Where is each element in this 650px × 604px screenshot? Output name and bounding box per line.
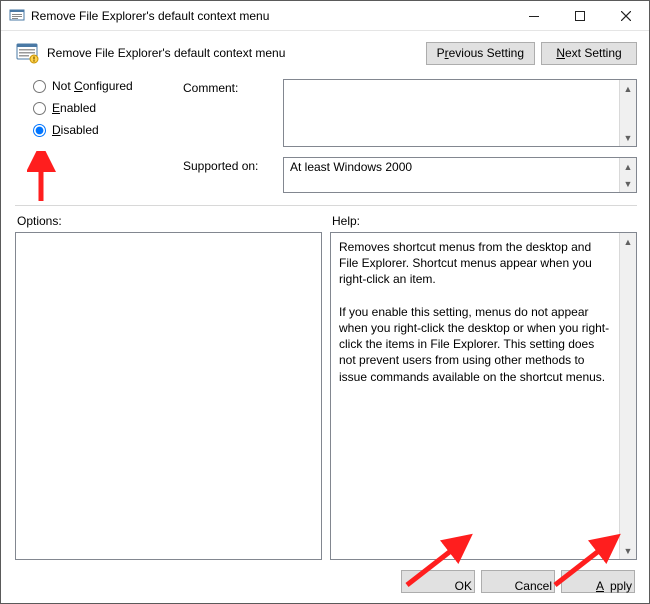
accelerator: A — [596, 579, 604, 593]
scroll-up-icon[interactable]: ▲ — [620, 158, 636, 175]
setting-name: Remove File Explorer's default context m… — [47, 46, 418, 60]
policy-editor-window: Remove File Explorer's default context m… — [0, 0, 650, 604]
options-label: Options: — [15, 214, 326, 228]
text: pply — [610, 579, 632, 593]
accelerator: C — [74, 79, 83, 93]
options-panel — [15, 232, 322, 560]
divider — [15, 205, 637, 206]
close-button[interactable] — [603, 1, 649, 31]
accelerator: E — [52, 101, 60, 115]
scroll-down-icon[interactable]: ▼ — [620, 542, 636, 559]
text: nabled — [60, 101, 96, 115]
cancel-button[interactable]: Cancel — [481, 570, 555, 593]
radio-not-configured[interactable]: Not Configured — [33, 79, 165, 93]
radio-enabled-input[interactable] — [33, 102, 46, 115]
header-row: Remove File Explorer's default context m… — [15, 41, 637, 65]
radio-not-configured-input[interactable] — [33, 80, 46, 93]
accelerator: D — [52, 123, 61, 137]
text: evious Setting — [449, 46, 524, 60]
scroll-up-icon[interactable]: ▲ — [620, 233, 636, 250]
scroll-down-icon[interactable]: ▼ — [620, 175, 636, 192]
content-area: Remove File Explorer's default context m… — [1, 31, 649, 603]
help-label: Help: — [326, 214, 637, 228]
help-text: Removes shortcut menus from the desktop … — [331, 233, 619, 559]
text: isabled — [61, 123, 99, 137]
text: Not — [52, 79, 74, 93]
panels-row: Removes shortcut menus from the desktop … — [15, 232, 637, 560]
scrollbar[interactable]: ▲ ▼ — [619, 233, 636, 559]
state-radio-group: Not Configured Enabled Disabled — [15, 79, 165, 193]
footer-buttons: OK Cancel Apply — [15, 560, 637, 595]
maximize-button[interactable] — [557, 1, 603, 31]
supported-on-box: At least Windows 2000 ▲ ▼ — [283, 157, 637, 193]
ok-button[interactable]: OK — [401, 570, 475, 593]
radio-disabled-input[interactable] — [33, 124, 46, 137]
panel-labels-row: Options: Help: — [15, 214, 637, 228]
scrollbar[interactable]: ▲ ▼ — [619, 158, 636, 192]
scroll-up-icon[interactable]: ▲ — [620, 80, 636, 97]
radio-disabled[interactable]: Disabled — [33, 123, 165, 137]
title-bar: Remove File Explorer's default context m… — [1, 1, 649, 31]
comment-label: Comment: — [183, 79, 275, 95]
comment-field-wrap: ▲ ▼ — [283, 79, 637, 147]
previous-setting-button[interactable]: Previous Setting — [426, 42, 535, 65]
supported-on-value: At least Windows 2000 — [284, 158, 619, 192]
config-section: Not Configured Enabled Disabled Comment:… — [15, 79, 637, 193]
scrollbar[interactable]: ▲ ▼ — [619, 80, 636, 146]
comment-textarea[interactable] — [284, 80, 619, 147]
accelerator: N — [556, 46, 565, 60]
next-setting-button[interactable]: Next Setting — [541, 42, 637, 65]
supported-on-label: Supported on: — [183, 157, 275, 173]
help-panel: Removes shortcut menus from the desktop … — [330, 232, 637, 560]
policy-icon — [15, 41, 39, 65]
text: P — [437, 46, 445, 60]
minimize-button[interactable] — [511, 1, 557, 31]
radio-enabled[interactable]: Enabled — [33, 101, 165, 115]
app-icon — [9, 8, 25, 24]
window-title: Remove File Explorer's default context m… — [31, 9, 269, 23]
meta-grid: Comment: ▲ ▼ Supported on: At least Wind… — [183, 79, 637, 193]
text: ext Setting — [565, 46, 622, 60]
text: onfigured — [83, 79, 133, 93]
scroll-down-icon[interactable]: ▼ — [620, 129, 636, 146]
apply-button[interactable]: Apply — [561, 570, 635, 593]
